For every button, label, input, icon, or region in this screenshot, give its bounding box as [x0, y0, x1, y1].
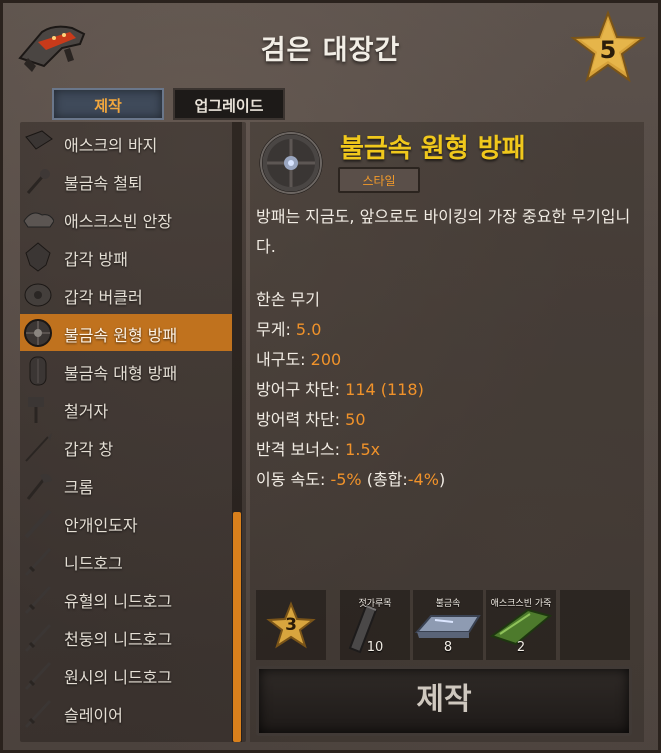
- round-shield-icon: [259, 131, 323, 195]
- recipe-item[interactable]: 천둥의 니드호그: [20, 618, 232, 655]
- craft-button[interactable]: 제작: [256, 666, 632, 736]
- style-button[interactable]: 스타일: [338, 167, 420, 193]
- recipe-label: 불금속 원형 방패: [64, 326, 178, 345]
- recipe-label: 니드호그: [64, 554, 123, 573]
- recipe-item[interactable]: 불금속 철퇴: [20, 162, 232, 199]
- sword-icon: [24, 623, 52, 653]
- recipe-label: 애스크의 바지: [64, 136, 158, 155]
- recipe-label: 불금속 대형 방패: [64, 364, 178, 383]
- required-level-value: 3: [285, 615, 297, 635]
- material-name: 젓가루목: [358, 599, 392, 609]
- recipe-label: 갑각 창: [64, 440, 114, 459]
- recipe-item[interactable]: 슬레이어: [20, 694, 232, 731]
- spear-icon: [25, 433, 52, 462]
- recipe-item[interactable]: 갑각 창: [20, 428, 232, 465]
- recipe-item[interactable]: 철거자: [20, 390, 232, 427]
- stat-block: 방어구 차단: 114 (118): [256, 380, 424, 399]
- recipe-label: 안개인도자: [64, 516, 138, 535]
- recipe-label: 크롬: [64, 478, 94, 497]
- material-amount: 10: [366, 640, 384, 655]
- required-station-level: 3: [256, 590, 326, 660]
- stat-parry: 방어력 차단: 50: [256, 410, 366, 429]
- recipe-item[interactable]: 원시의 니드호그: [20, 656, 232, 693]
- recipe-label: 애스크스빈 안장: [64, 212, 173, 231]
- station-level-badge: 5: [570, 10, 646, 84]
- material-slot: 불금속 8: [413, 590, 483, 660]
- sword-icon: [24, 661, 52, 691]
- material-amount: 2: [516, 640, 526, 655]
- recipe-scrollbar-thumb[interactable]: [233, 512, 241, 742]
- round-shield-icon: [24, 319, 52, 347]
- material-slot-empty: [560, 590, 630, 660]
- recipe-label: 철거자: [64, 402, 109, 421]
- recipe-label: 갑각 방패: [64, 250, 128, 269]
- material-name: 애스크스빈 가죽: [490, 599, 552, 609]
- sword-icon: [24, 699, 52, 729]
- mace-icon: [26, 169, 50, 194]
- axe-icon: [26, 473, 52, 500]
- stat-movement: 이동 속도: -5% (총합:-4%): [256, 470, 446, 489]
- sword-icon: [24, 547, 52, 577]
- material-slot: 애스크스빈 가죽 2: [486, 590, 556, 660]
- item-stats: 한손 무기 무게: 5.0 내구도: 200 방어구 차단: 114 (118)…: [256, 285, 445, 495]
- tower-shield-icon: [29, 356, 47, 386]
- recipe-item-selected[interactable]: 불금속 원형 방패: [20, 314, 232, 351]
- recipe-item[interactable]: 갑각 방패: [20, 238, 232, 275]
- recipe-item[interactable]: 애스크의 바지: [20, 124, 232, 161]
- material-name: 불금속: [435, 599, 461, 609]
- recipe-item[interactable]: 갑각 버클러: [20, 276, 232, 313]
- recipe-label: 천둥의 니드호그: [64, 630, 173, 649]
- recipe-label: 슬레이어: [64, 706, 123, 725]
- recipe-label: 원시의 니드호그: [64, 668, 173, 687]
- sledge-icon: [28, 397, 44, 423]
- material-amount: 8: [443, 640, 453, 655]
- recipe-item[interactable]: 안개인도자: [20, 504, 232, 541]
- recipe-label: 불금속 철퇴: [64, 174, 143, 193]
- material-slot: 젓가루목 10: [340, 590, 410, 660]
- recipe-list: 애스크의 바지 불금속 철퇴 애스크스빈 안장 갑각 방패 갑각 버클러 불금속…: [20, 122, 246, 742]
- recipe-item[interactable]: 유혈의 니드호그: [20, 580, 232, 617]
- tab-craft[interactable]: 제작: [52, 88, 164, 120]
- saddle-icon: [23, 212, 54, 228]
- recipe-item[interactable]: 불금속 대형 방패: [20, 352, 232, 389]
- stat-durability: 내구도: 200: [256, 350, 342, 369]
- recipe-label: 유혈의 니드호그: [64, 592, 173, 611]
- stat-hand: 한손 무기: [256, 290, 320, 309]
- recipe-item[interactable]: 애스크스빈 안장: [20, 200, 232, 237]
- shield-icon: [25, 242, 51, 272]
- station-level-value: 5: [599, 36, 617, 64]
- item-description: 방패는 지금도, 앞으로도 바이킹의 가장 중요한 무기입니다.: [256, 207, 631, 256]
- recipe-item[interactable]: 니드호그: [20, 542, 232, 579]
- stat-weight: 무게: 5.0: [256, 320, 322, 339]
- sword-icon: [24, 585, 52, 615]
- tab-upgrade[interactable]: 업그레이드: [173, 88, 285, 120]
- trousers-icon: [25, 130, 53, 150]
- item-name: 불금속 원형 방패: [340, 134, 526, 164]
- buckler-icon: [24, 283, 52, 307]
- recipe-label: 갑각 버클러: [64, 288, 143, 307]
- recipe-item[interactable]: 크롬: [20, 466, 232, 503]
- stat-parry-bonus: 반격 보너스: 1.5x: [256, 440, 381, 459]
- sword-icon: [24, 509, 52, 539]
- station-title: 검은 대장간: [260, 35, 401, 66]
